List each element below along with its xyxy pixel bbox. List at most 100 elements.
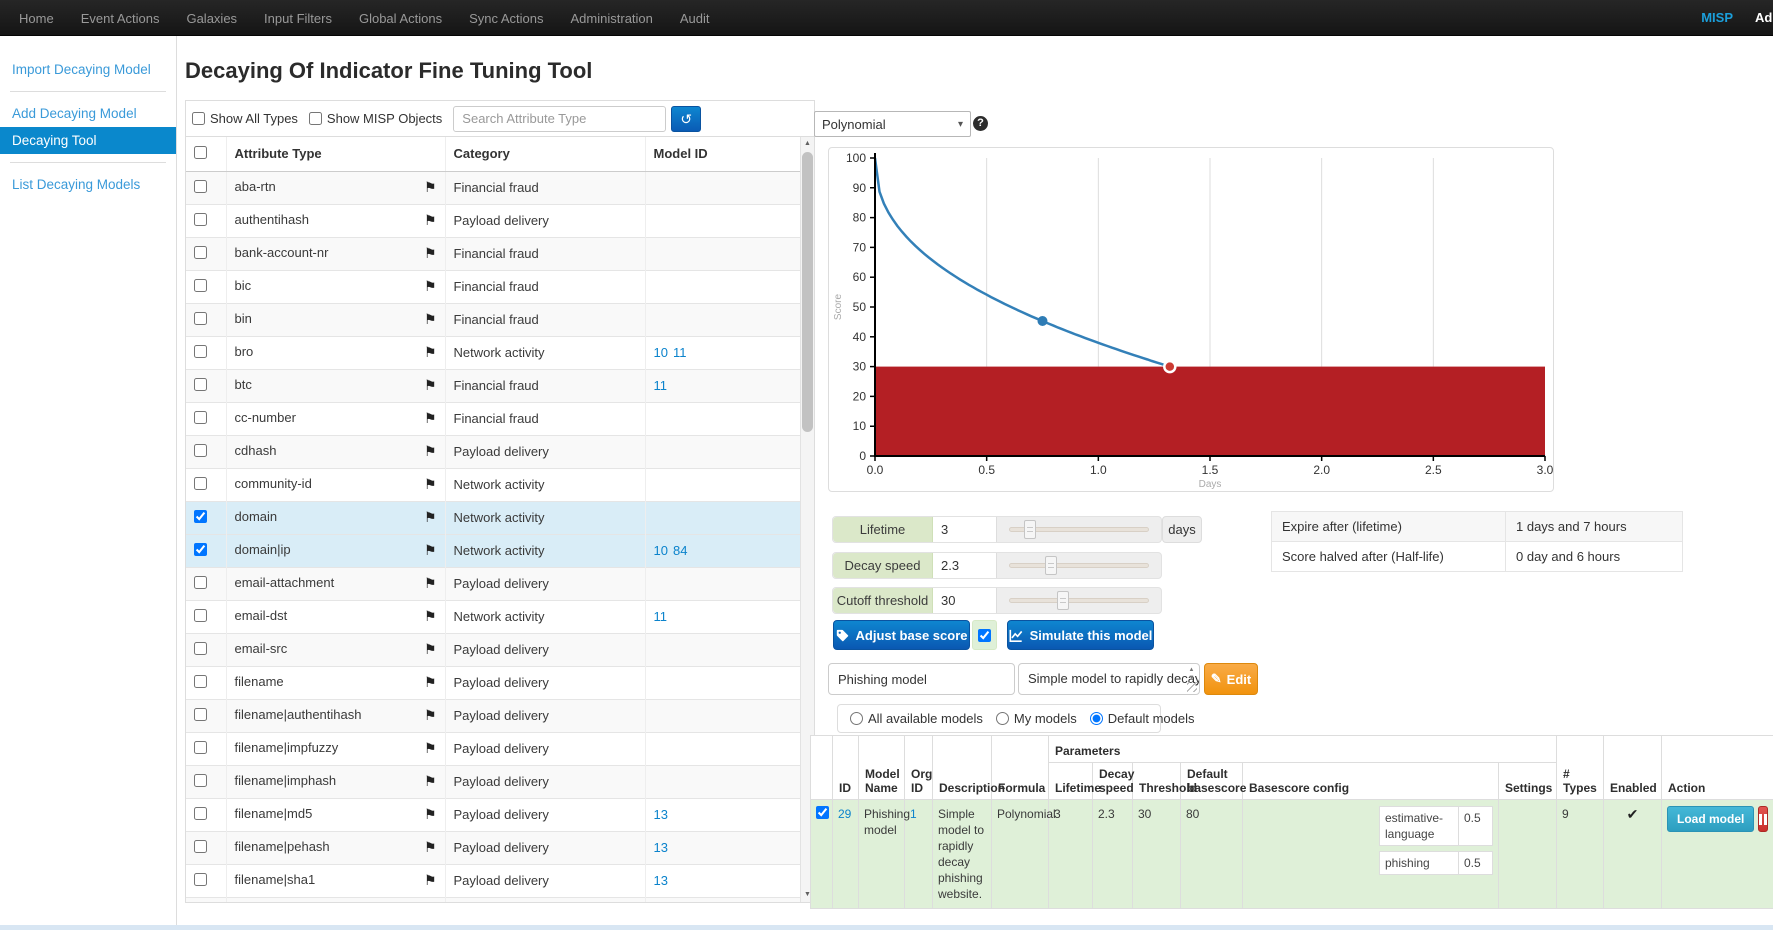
cutoff-threshold-value-input[interactable]: 30 bbox=[933, 588, 997, 613]
model-id-link[interactable]: 10 bbox=[654, 543, 668, 558]
sidebar-item-add-decaying-model[interactable]: Add Decaying Model bbox=[0, 100, 176, 127]
nav-item[interactable]: Galaxies bbox=[186, 11, 237, 26]
nav-item[interactable]: Administration bbox=[571, 11, 653, 26]
row-checkbox[interactable] bbox=[194, 543, 207, 556]
model-row-checkbox[interactable] bbox=[816, 806, 829, 819]
adjust-base-score-checkbox[interactable] bbox=[978, 629, 991, 642]
nav-item[interactable]: Audit bbox=[680, 11, 710, 26]
model-id-link[interactable]: 13 bbox=[654, 807, 668, 822]
textarea-scrollbar[interactable]: ▲ ▼ bbox=[1184, 665, 1198, 693]
model-id-link[interactable]: 13 bbox=[654, 873, 668, 888]
sidebar-item-decaying-tool[interactable]: Decaying Tool bbox=[0, 127, 176, 154]
org-id-link[interactable]: 1 bbox=[910, 807, 917, 821]
scroll-down-icon[interactable]: ▼ bbox=[1185, 675, 1198, 681]
nav-user-menu[interactable]: Ad bbox=[1755, 10, 1772, 25]
attribute-type: domain bbox=[235, 509, 278, 524]
row-checkbox[interactable] bbox=[194, 378, 207, 391]
model-id-cell: 29 bbox=[833, 800, 859, 909]
model-id-link[interactable]: 11 bbox=[654, 609, 668, 624]
slider-handle[interactable] bbox=[1024, 520, 1036, 539]
edit-model-button[interactable]: ✎ Edit bbox=[1204, 663, 1258, 695]
row-checkbox[interactable] bbox=[194, 345, 207, 358]
row-checkbox[interactable] bbox=[194, 411, 207, 424]
search-input[interactable] bbox=[453, 106, 666, 132]
model-id-link[interactable]: 11 bbox=[654, 378, 668, 393]
refresh-button[interactable]: ↺ bbox=[671, 106, 701, 132]
radio-my-models[interactable]: My models bbox=[996, 711, 1077, 726]
formula-select[interactable]: Polynomial ▾ bbox=[814, 111, 971, 137]
row-checkbox[interactable] bbox=[194, 873, 207, 886]
attribute-row: filename|authentihash⚑Payload delivery bbox=[186, 699, 800, 732]
model-id-link[interactable]: 29 bbox=[838, 807, 851, 821]
show-misp-objects-checkbox[interactable] bbox=[309, 112, 322, 125]
lifetime-slider[interactable] bbox=[1009, 517, 1149, 542]
simulate-model-button[interactable]: Simulate this model bbox=[1007, 620, 1154, 650]
sidebar-item-list-decaying-models[interactable]: List Decaying Models bbox=[0, 171, 176, 198]
help-icon[interactable]: ? bbox=[973, 116, 988, 131]
resize-grip-icon[interactable] bbox=[1187, 682, 1197, 692]
row-checkbox[interactable] bbox=[194, 213, 207, 226]
nav-item[interactable]: Global Actions bbox=[359, 11, 442, 26]
model-id-link[interactable]: 10 bbox=[654, 345, 668, 360]
show-misp-objects-toggle[interactable]: Show MISP Objects bbox=[309, 111, 442, 126]
lifetime-value-input[interactable]: 3 bbox=[933, 517, 997, 542]
row-checkbox[interactable] bbox=[194, 576, 207, 589]
select-all-checkbox[interactable] bbox=[194, 146, 207, 159]
model-description-textarea[interactable]: Simple model to rapidly decay ▲ ▼ bbox=[1018, 663, 1200, 695]
adjust-base-score-button[interactable]: Adjust base score bbox=[833, 620, 970, 650]
row-checkbox[interactable] bbox=[194, 642, 207, 655]
row-checkbox[interactable] bbox=[194, 510, 207, 523]
col-group-parameters: Parameters bbox=[1049, 736, 1557, 763]
nav-item[interactable]: Input Filters bbox=[264, 11, 332, 26]
row-select-cell bbox=[186, 237, 226, 270]
model-id-link[interactable]: 11 bbox=[673, 345, 687, 360]
model-id-link[interactable]: 13 bbox=[654, 840, 668, 855]
row-checkbox[interactable] bbox=[194, 807, 207, 820]
scroll-up-icon[interactable]: ▲ bbox=[1185, 667, 1198, 673]
row-checkbox[interactable] bbox=[194, 180, 207, 193]
row-checkbox[interactable] bbox=[194, 840, 207, 853]
row-checkbox[interactable] bbox=[194, 741, 207, 754]
radio-all-available-models[interactable]: All available models bbox=[850, 711, 983, 726]
slider-handle[interactable] bbox=[1045, 556, 1057, 575]
misp-brand-link[interactable]: MISP bbox=[1701, 10, 1733, 25]
model-name-input[interactable] bbox=[828, 663, 1015, 695]
load-model-button[interactable]: Load model bbox=[1667, 806, 1754, 832]
attribute-type-cell: filename|imphash⚑ bbox=[226, 765, 445, 798]
basescore-config-cell: estimative-language0.5phishing0.5 bbox=[1243, 800, 1499, 909]
decay-speed-slider[interactable] bbox=[1009, 553, 1149, 578]
nav-item[interactable]: Home bbox=[19, 11, 54, 26]
row-checkbox[interactable] bbox=[194, 312, 207, 325]
nav-item[interactable]: Event Actions bbox=[81, 11, 160, 26]
model-id-link[interactable]: 84 bbox=[673, 543, 687, 558]
row-checkbox[interactable] bbox=[194, 477, 207, 490]
sidebar-item-import-decaying-model[interactable]: Import Decaying Model bbox=[0, 56, 176, 83]
default-models-radio[interactable] bbox=[1090, 712, 1103, 725]
show-all-types-checkbox[interactable] bbox=[192, 112, 205, 125]
slider-handle[interactable] bbox=[1057, 591, 1069, 610]
decay-score-chart[interactable]: 01020304050607080901000.00.51.01.52.02.5… bbox=[829, 148, 1553, 491]
scroll-up-icon[interactable]: ▲ bbox=[801, 137, 814, 151]
decay-speed-value-input[interactable]: 2.3 bbox=[933, 553, 997, 578]
model-id-cell: 10 84 bbox=[645, 534, 800, 567]
top-navbar: Home Event Actions Galaxies Input Filters Gl… bbox=[0, 0, 1773, 36]
cutoff-threshold-label: Cutoff threshold bbox=[833, 588, 933, 613]
scrollbar-thumb[interactable] bbox=[802, 152, 813, 432]
radio-default-models[interactable]: Default models bbox=[1090, 711, 1195, 726]
row-checkbox[interactable] bbox=[194, 246, 207, 259]
show-all-types-toggle[interactable]: Show All Types bbox=[192, 111, 298, 126]
row-checkbox[interactable] bbox=[194, 675, 207, 688]
attribute-row: filename|sha1⚑Payload delivery13 bbox=[186, 864, 800, 897]
attribute-type: aba-rtn bbox=[235, 179, 276, 194]
svg-text:3.0: 3.0 bbox=[1537, 463, 1553, 477]
cutoff-threshold-slider[interactable] bbox=[1009, 588, 1149, 613]
my-models-radio[interactable] bbox=[996, 712, 1009, 725]
all-models-radio[interactable] bbox=[850, 712, 863, 725]
row-checkbox[interactable] bbox=[194, 279, 207, 292]
nav-item[interactable]: Sync Actions bbox=[469, 11, 543, 26]
pause-model-button[interactable] bbox=[1758, 806, 1768, 832]
row-checkbox[interactable] bbox=[194, 708, 207, 721]
row-checkbox[interactable] bbox=[194, 774, 207, 787]
row-checkbox[interactable] bbox=[194, 609, 207, 622]
row-checkbox[interactable] bbox=[194, 444, 207, 457]
